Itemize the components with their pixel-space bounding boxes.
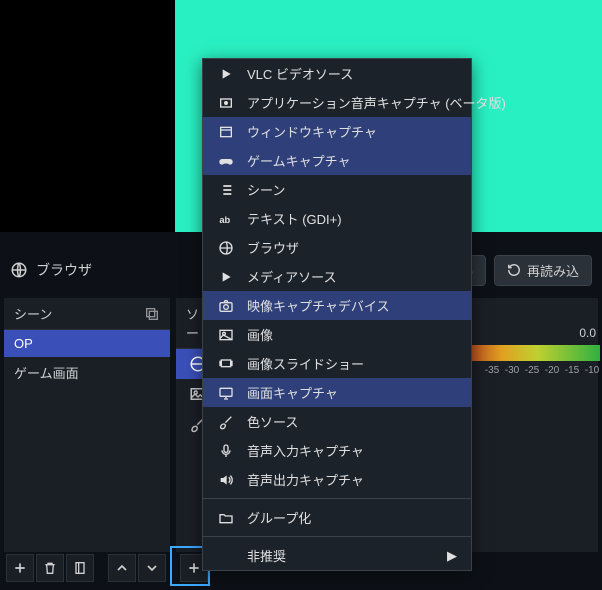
list-icon	[217, 181, 235, 199]
menu-item-label: アプリケーション音声キャプチャ (ベータ版)	[247, 93, 506, 112]
app-audio-icon	[217, 94, 235, 112]
text-icon: ab	[217, 210, 235, 228]
globe-icon	[10, 261, 28, 279]
menu-item-monitor[interactable]: 画面キャプチャ	[203, 378, 471, 407]
copy-icon[interactable]	[144, 306, 160, 322]
menu-item-label: VLC ビデオソース	[247, 64, 353, 83]
remove-scene-button[interactable]	[36, 554, 64, 582]
scene-item[interactable]: ゲーム画面	[4, 357, 170, 388]
menu-separator	[203, 498, 471, 499]
chevron-down-icon	[144, 560, 160, 576]
menu-item-play[interactable]: VLC ビデオソース	[203, 59, 471, 88]
chevron-up-icon	[114, 560, 130, 576]
menu-item-label: テキスト (GDI+)	[247, 209, 342, 228]
window-icon	[217, 123, 235, 141]
menu-item-label: ウィンドウキャプチャ	[247, 122, 377, 141]
menu-item-globe[interactable]: ブラウザ	[203, 233, 471, 262]
globe-icon	[217, 239, 235, 257]
menu-item-slideshow[interactable]: 画像スライドショー	[203, 349, 471, 378]
plus-icon	[12, 560, 28, 576]
move-down-button[interactable]	[138, 554, 166, 582]
mixer-peak-value: 0.0	[579, 326, 596, 340]
menu-item-camera[interactable]: 映像キャプチャデバイス	[203, 291, 471, 320]
speaker-icon	[217, 471, 235, 489]
play-icon	[217, 268, 235, 286]
menu-item-label: 画像	[247, 325, 273, 344]
menu-item-group[interactable]: グループ化	[203, 503, 471, 532]
menu-item-label: グループ化	[247, 508, 311, 527]
mixer-scale: -35-30-25-20-15-10	[484, 365, 600, 376]
menu-item-window[interactable]: ウィンドウキャプチャ	[203, 117, 471, 146]
menu-item-play[interactable]: メディアソース	[203, 262, 471, 291]
menu-item-color[interactable]: 色ソース	[203, 407, 471, 436]
folder-icon	[217, 509, 235, 527]
submenu-arrow-icon: ▶	[447, 548, 457, 564]
menu-item-text[interactable]: ab テキスト (GDI+)	[203, 204, 471, 233]
reload-button[interactable]: 再読み込	[494, 255, 592, 286]
scenes-list[interactable]: OP ゲーム画面	[4, 330, 170, 552]
menu-separator	[203, 536, 471, 537]
plus-icon	[186, 560, 202, 576]
menu-item-label: 画像スライドショー	[247, 354, 364, 373]
menu-item-gamepad[interactable]: ゲームキャプチャ	[203, 146, 471, 175]
add-scene-button[interactable]	[6, 554, 34, 582]
menu-item-deprecated[interactable]: 非推奨 ▶	[203, 541, 471, 570]
menu-item-speaker[interactable]: 音声出力キャプチャ	[203, 465, 471, 494]
menu-item-label: 音声出力キャプチャ	[247, 470, 364, 489]
menu-item-label: 非推奨	[247, 546, 286, 565]
menu-item-app-audio[interactable]: アプリケーション音声キャプチャ (ベータ版)	[203, 88, 471, 117]
color-icon	[217, 413, 235, 431]
menu-item-image[interactable]: 画像	[203, 320, 471, 349]
menu-item-label: シーン	[247, 180, 285, 199]
menu-item-label: 映像キャプチャデバイス	[247, 296, 389, 315]
filter-icon	[72, 560, 88, 576]
menu-item-label: ゲームキャプチャ	[247, 151, 350, 170]
move-up-button[interactable]	[108, 554, 136, 582]
reload-icon	[507, 263, 521, 277]
scenes-header: シーン	[4, 298, 170, 330]
scene-item[interactable]: OP	[4, 330, 170, 357]
image-icon	[217, 326, 235, 344]
svg-text:ab: ab	[219, 215, 230, 225]
menu-item-mic[interactable]: 音声入力キャプチャ	[203, 436, 471, 465]
menu-item-label: 画面キャプチャ	[247, 383, 338, 402]
menu-item-label: 音声入力キャプチャ	[247, 441, 364, 460]
scene-filters-button[interactable]	[66, 554, 94, 582]
menu-item-list[interactable]: シーン	[203, 175, 471, 204]
gamepad-icon	[217, 152, 235, 170]
menu-item-label: ブラウザ	[247, 238, 299, 257]
selected-source-label: ブラウザ	[36, 260, 92, 280]
add-source-context-menu: VLC ビデオソースアプリケーション音声キャプチャ (ベータ版) ウィンドウキャプ…	[202, 58, 472, 571]
mic-icon	[217, 442, 235, 460]
scenes-title: シーン	[14, 304, 52, 323]
menu-item-label: メディアソース	[247, 267, 336, 286]
menu-item-label: 色ソース	[247, 412, 298, 431]
mixer-level-bar	[460, 345, 600, 361]
scenes-panel: シーン OP ゲーム画面	[4, 298, 170, 552]
scenes-toolbar	[0, 554, 214, 582]
slideshow-icon	[217, 355, 235, 373]
trash-icon	[42, 560, 58, 576]
monitor-icon	[217, 384, 235, 402]
play-icon	[217, 65, 235, 83]
camera-icon	[217, 297, 235, 315]
